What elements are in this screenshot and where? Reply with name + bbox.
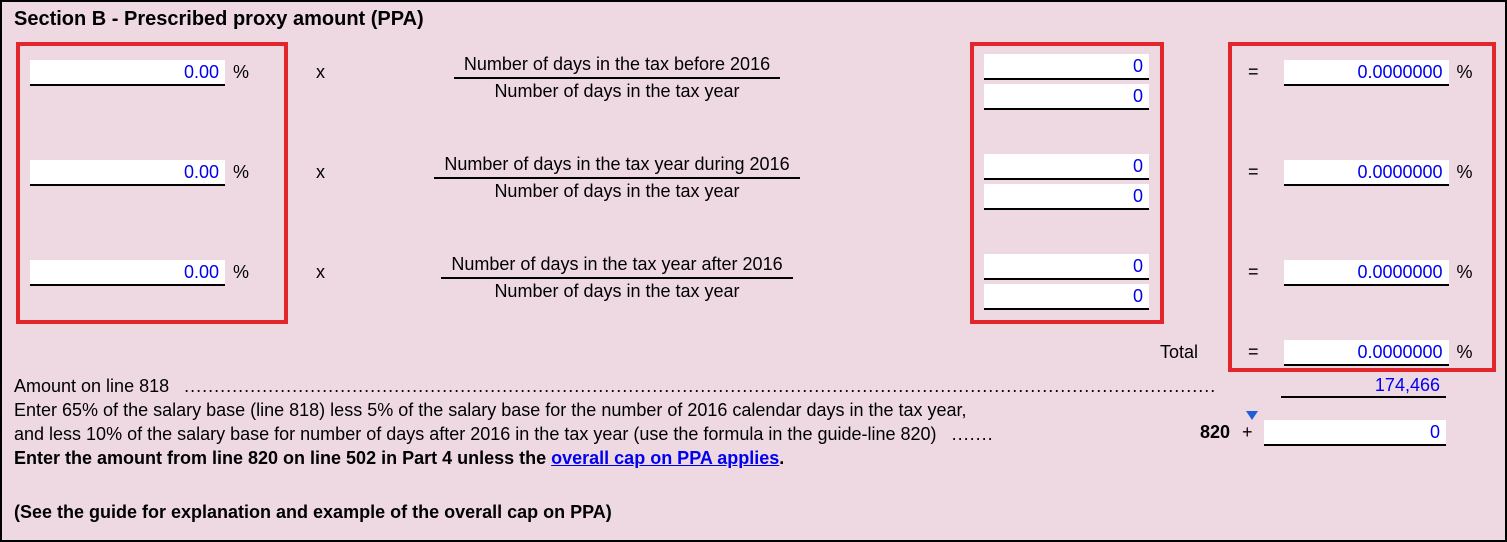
row-3-result-input[interactable] bbox=[1284, 260, 1449, 286]
equals-sign: = bbox=[1248, 342, 1259, 362]
row-2-numerator-input[interactable] bbox=[984, 154, 1149, 180]
times-sign: x bbox=[316, 62, 325, 82]
total-label: Total bbox=[1160, 342, 1198, 363]
final-instruction-prefix: Enter the amount from line 820 on line 5… bbox=[14, 448, 551, 468]
total-result: = % bbox=[1248, 340, 1476, 366]
row-3-denominator-input[interactable] bbox=[984, 284, 1149, 310]
times-sign: x bbox=[316, 162, 325, 182]
row-2-denominator-label: Number of days in the tax year bbox=[382, 179, 852, 202]
row-3-nums bbox=[984, 254, 1149, 310]
leader-dots-820: ....... bbox=[952, 424, 994, 444]
row-3-times: x bbox=[316, 262, 325, 283]
row-2-result: = % bbox=[1248, 160, 1476, 186]
equals-sign: = bbox=[1248, 262, 1259, 282]
row-2-denominator-input[interactable] bbox=[984, 184, 1149, 210]
row-1-numerator-input[interactable] bbox=[984, 54, 1149, 80]
row-2-fraction: Number of days in the tax year during 20… bbox=[382, 154, 852, 202]
line-820-value-wrap bbox=[1264, 420, 1446, 446]
row-1-percent-input[interactable] bbox=[30, 60, 225, 86]
row-1-numerator-label: Number of days in the tax before 2016 bbox=[454, 54, 780, 79]
row-2-numerator-label: Number of days in the tax year during 20… bbox=[434, 154, 799, 179]
guide-note: (See the guide for explanation and examp… bbox=[14, 500, 612, 524]
row-1-result: = % bbox=[1248, 60, 1476, 86]
line-820-input[interactable] bbox=[1264, 420, 1446, 446]
row-1-times: x bbox=[316, 62, 325, 83]
section-b-form: Section B - Prescribed proxy amount (PPA… bbox=[0, 0, 1507, 542]
final-instruction: Enter the amount from line 820 on line 5… bbox=[14, 446, 784, 470]
percent-sign: % bbox=[230, 62, 252, 83]
percent-sign: % bbox=[230, 262, 252, 283]
row-2-percent-input[interactable] bbox=[30, 160, 225, 186]
line-818-value-wrap: 174,466 bbox=[1281, 372, 1446, 398]
line-820-plus: + bbox=[1242, 422, 1253, 443]
equals-sign: = bbox=[1248, 62, 1259, 82]
row-3-pct: % bbox=[30, 260, 252, 286]
total-result-input[interactable] bbox=[1284, 340, 1449, 366]
dropdown-marker-icon bbox=[1246, 411, 1258, 420]
section-title: Section B - Prescribed proxy amount (PPA… bbox=[14, 8, 1493, 31]
row-1-fraction: Number of days in the tax before 2016 Nu… bbox=[382, 54, 852, 102]
equals-sign: = bbox=[1248, 162, 1259, 182]
row-3-numerator-label: Number of days in the tax year after 201… bbox=[441, 254, 792, 279]
plus-sign: + bbox=[1242, 422, 1253, 442]
times-sign: x bbox=[316, 262, 325, 282]
row-2-result-input[interactable] bbox=[1284, 160, 1449, 186]
line-820-number: 820 bbox=[1200, 422, 1230, 443]
row-1-denominator-input[interactable] bbox=[984, 84, 1149, 110]
row-1-denominator-label: Number of days in the tax year bbox=[382, 79, 852, 102]
row-2-nums bbox=[984, 154, 1149, 210]
percent-sign: % bbox=[1454, 262, 1476, 283]
line-818-label: Amount on line 818 bbox=[14, 376, 169, 396]
instruction-line-1: Enter 65% of the salary base (line 818) … bbox=[14, 398, 967, 422]
line-818-value: 174,466 bbox=[1281, 372, 1446, 398]
instruction-line-2-wrap: and less 10% of the salary base for numb… bbox=[14, 422, 994, 446]
percent-sign: % bbox=[1454, 162, 1476, 183]
instruction-line-2: and less 10% of the salary base for numb… bbox=[14, 424, 937, 444]
row-2-pct: % bbox=[30, 160, 252, 186]
row-3-numerator-input[interactable] bbox=[984, 254, 1149, 280]
row-3-percent-input[interactable] bbox=[30, 260, 225, 286]
row-2-times: x bbox=[316, 162, 325, 183]
overall-cap-link[interactable]: overall cap on PPA applies bbox=[551, 448, 779, 468]
leader-dots: ........................................… bbox=[184, 376, 1214, 396]
row-3-denominator-label: Number of days in the tax year bbox=[382, 279, 852, 302]
highlight-result-inputs bbox=[1228, 42, 1496, 372]
final-instruction-suffix: . bbox=[779, 448, 784, 468]
row-1-pct: % bbox=[30, 60, 252, 86]
line-818-row: Amount on line 818 .....................… bbox=[14, 374, 1214, 398]
row-1-result-input[interactable] bbox=[1284, 60, 1449, 86]
row-3-fraction: Number of days in the tax year after 201… bbox=[382, 254, 852, 302]
percent-sign: % bbox=[230, 162, 252, 183]
percent-sign: % bbox=[1454, 62, 1476, 83]
row-1-nums bbox=[984, 54, 1149, 110]
row-3-result: = % bbox=[1248, 260, 1476, 286]
percent-sign: % bbox=[1454, 342, 1476, 363]
